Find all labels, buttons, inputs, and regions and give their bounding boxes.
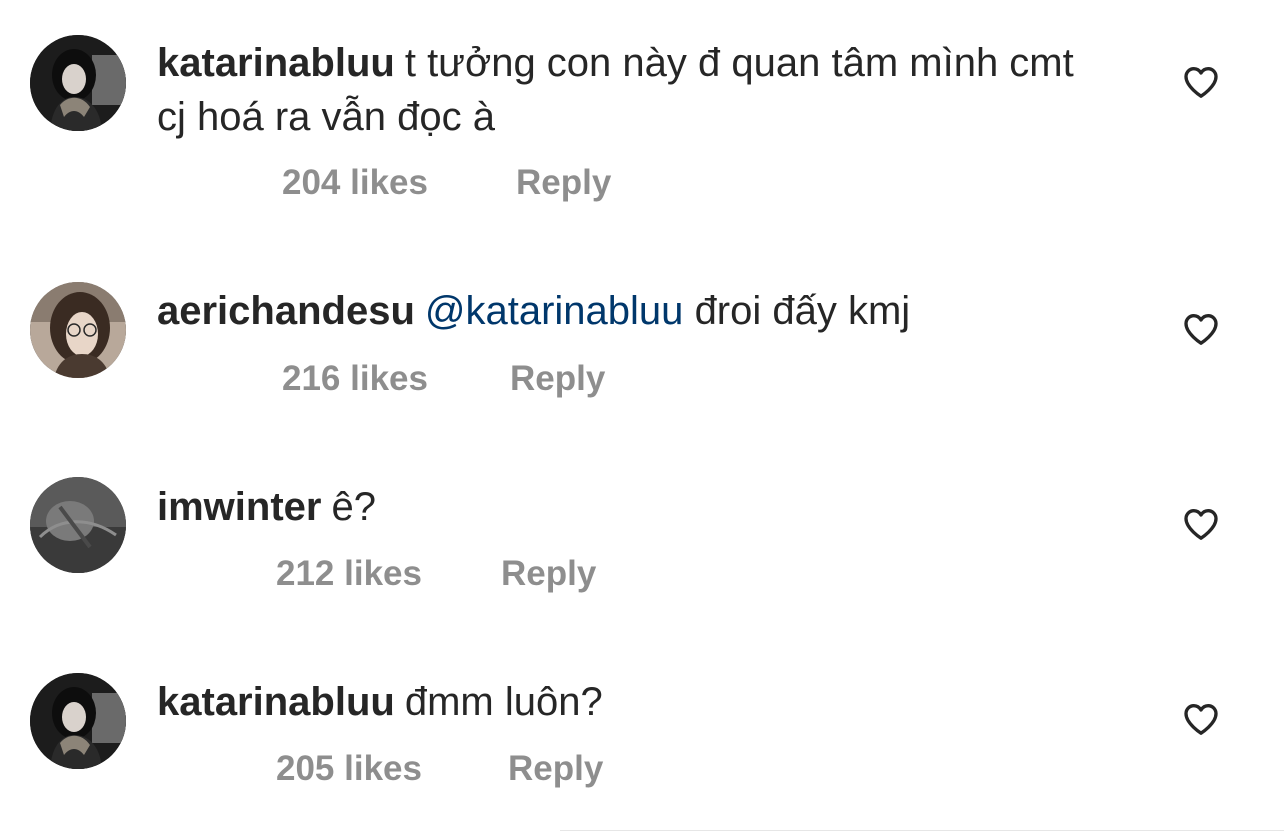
heart-outline-icon [1184,704,1218,735]
divider [560,830,1284,831]
comment-item: katarinabluu đmm luôn? 205 likes Reply [0,0,1284,834]
comment-username[interactable]: katarinabluu [157,680,395,724]
profile-photo-icon [30,673,126,769]
comment-text: katarinabluu đmm luôn? [157,675,1097,729]
comment-body: đmm luôn? [404,680,603,724]
avatar[interactable] [30,673,126,769]
like-count[interactable]: 205 likes [276,749,422,789]
like-button[interactable] [1181,699,1221,739]
reply-button[interactable]: Reply [508,749,603,789]
